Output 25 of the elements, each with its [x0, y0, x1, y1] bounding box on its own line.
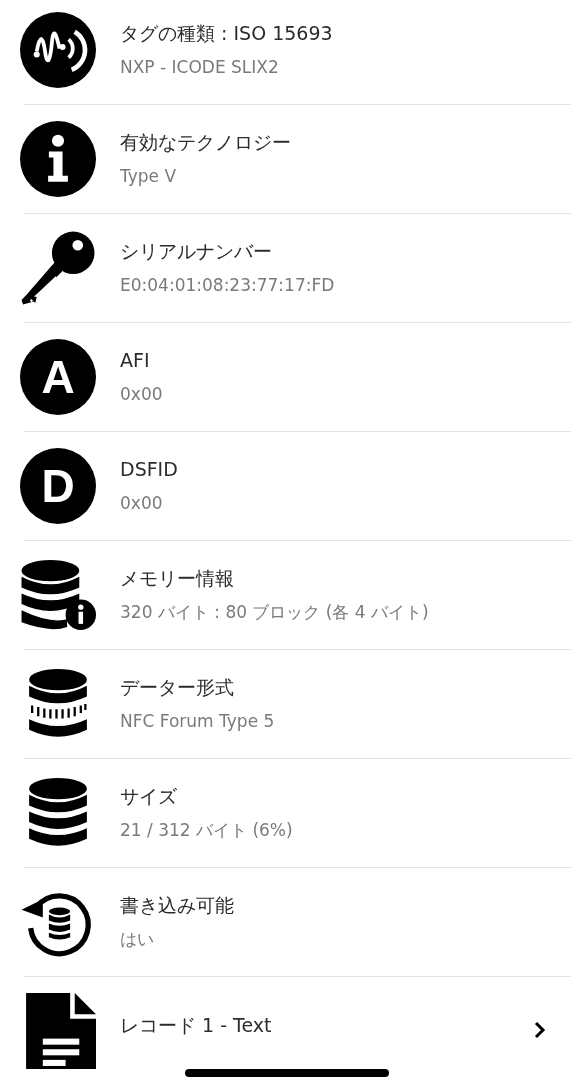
- row-title: 有効なテクノロジー: [120, 130, 291, 154]
- chevron-icon[interactable]: [533, 1021, 547, 1039]
- row-value: 21 / 312 バイト (6%): [120, 819, 293, 841]
- row-value: Type V: [120, 165, 178, 187]
- row-title: データー形式: [120, 675, 235, 699]
- row-title: 書き込み可能: [120, 893, 234, 917]
- row-title: タグの種類 : ISO 15693: [120, 21, 333, 45]
- row-value: 320 バイト : 80 ブロック (各 4 バイト): [120, 601, 429, 623]
- row-value: E0:04:01:08:23:77:17:FD: [120, 274, 335, 296]
- row-value: はい: [120, 928, 155, 950]
- row-title: サイズ: [120, 784, 178, 808]
- row-title: DSFID: [120, 457, 178, 481]
- letter-icon: D: [20, 447, 96, 524]
- info-icon: [20, 120, 96, 197]
- row-title: レコード 1 - Text: [120, 1014, 272, 1037]
- letter-icon: A: [20, 338, 96, 415]
- row-value: NFC Forum Type 5: [120, 710, 275, 732]
- row-title: AFI: [120, 348, 151, 372]
- row-value: NXP - ICODE SLIX2: [120, 56, 280, 78]
- row-title: シリアルナンバー: [120, 239, 273, 263]
- row-value: 0x00: [120, 492, 164, 514]
- key-icon: [20, 229, 96, 306]
- wave-signal-icon: [20, 11, 96, 88]
- row-value: 0x00: [120, 383, 163, 405]
- row-title: メモリー情報: [120, 566, 235, 590]
